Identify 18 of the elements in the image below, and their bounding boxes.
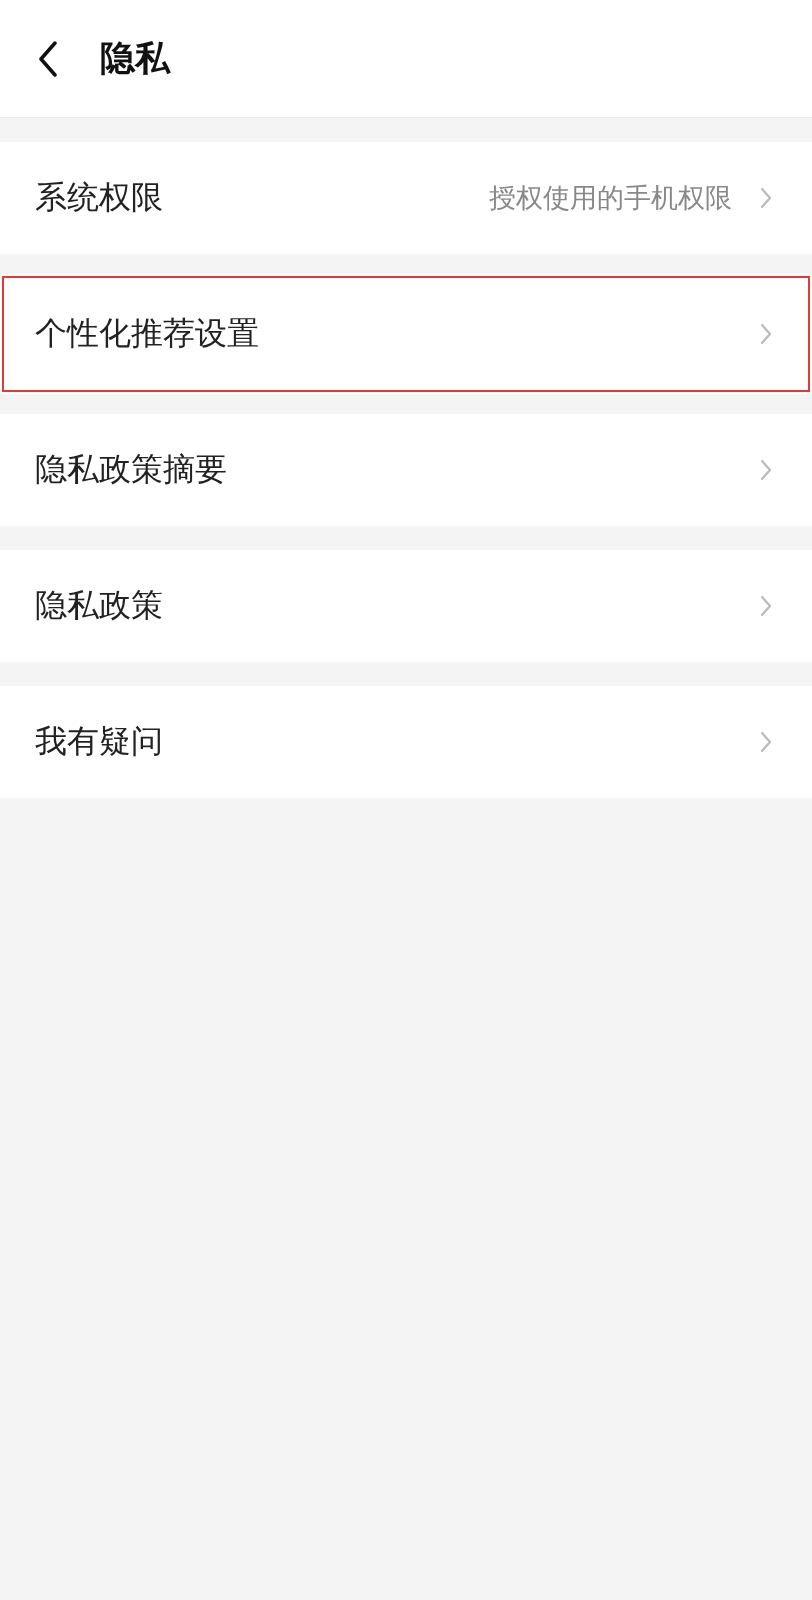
row-label: 隐私政策摘要	[35, 449, 228, 490]
settings-row[interactable]: 系统权限 授权使用的手机权限	[0, 142, 812, 254]
back-icon[interactable]	[38, 40, 58, 77]
settings-row[interactable]: 隐私政策	[0, 550, 812, 662]
row-label: 系统权限	[35, 177, 164, 218]
settings-row[interactable]: 隐私政策摘要	[0, 414, 812, 526]
chevron-icon	[760, 595, 772, 617]
row-label: 我有疑问	[35, 721, 164, 762]
settings-row[interactable]: 我有疑问	[0, 686, 812, 798]
chevron-icon	[760, 459, 772, 481]
chevron-icon	[760, 731, 772, 753]
row-label: 隐私政策	[35, 585, 164, 626]
page-title: 隐私	[100, 37, 170, 80]
chevron-icon	[760, 187, 772, 209]
row-value: 授权使用的手机权限	[489, 181, 732, 215]
chevron-icon	[760, 323, 772, 345]
row-label: 个性化推荐设置	[35, 313, 260, 354]
settings-row[interactable]: 个性化推荐设置	[0, 274, 812, 394]
